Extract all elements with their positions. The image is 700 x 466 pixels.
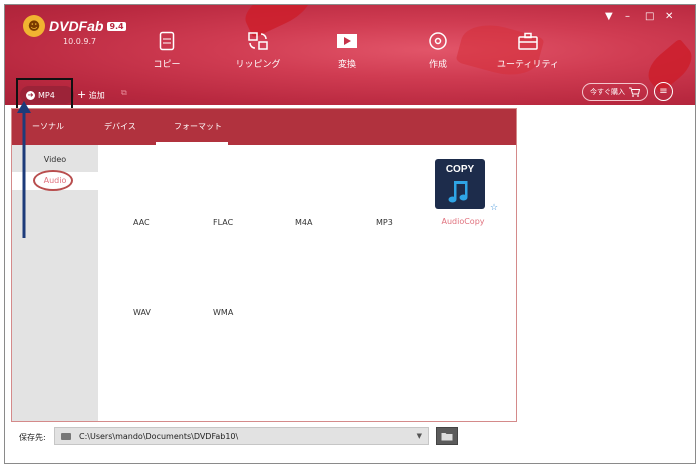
open-folder-icon bbox=[441, 433, 453, 441]
output-path-field[interactable]: C:\Users\mando\Documents\DVDFab10\ ▼ bbox=[54, 427, 429, 445]
chevron-down-icon[interactable]: ▼ bbox=[417, 432, 422, 440]
folder-icon bbox=[61, 432, 71, 440]
app-window: ☻ DVDFab 9.4 10.0.9.7 ▼ – □ ✕ コピー リッピング … bbox=[4, 4, 696, 464]
annotation-arrow bbox=[17, 101, 31, 238]
browse-folder-button[interactable] bbox=[436, 427, 458, 445]
save-to-label: 保存先: bbox=[19, 433, 46, 442]
output-path-text: C:\Users\mando\Documents\DVDFab10\ bbox=[79, 431, 239, 441]
